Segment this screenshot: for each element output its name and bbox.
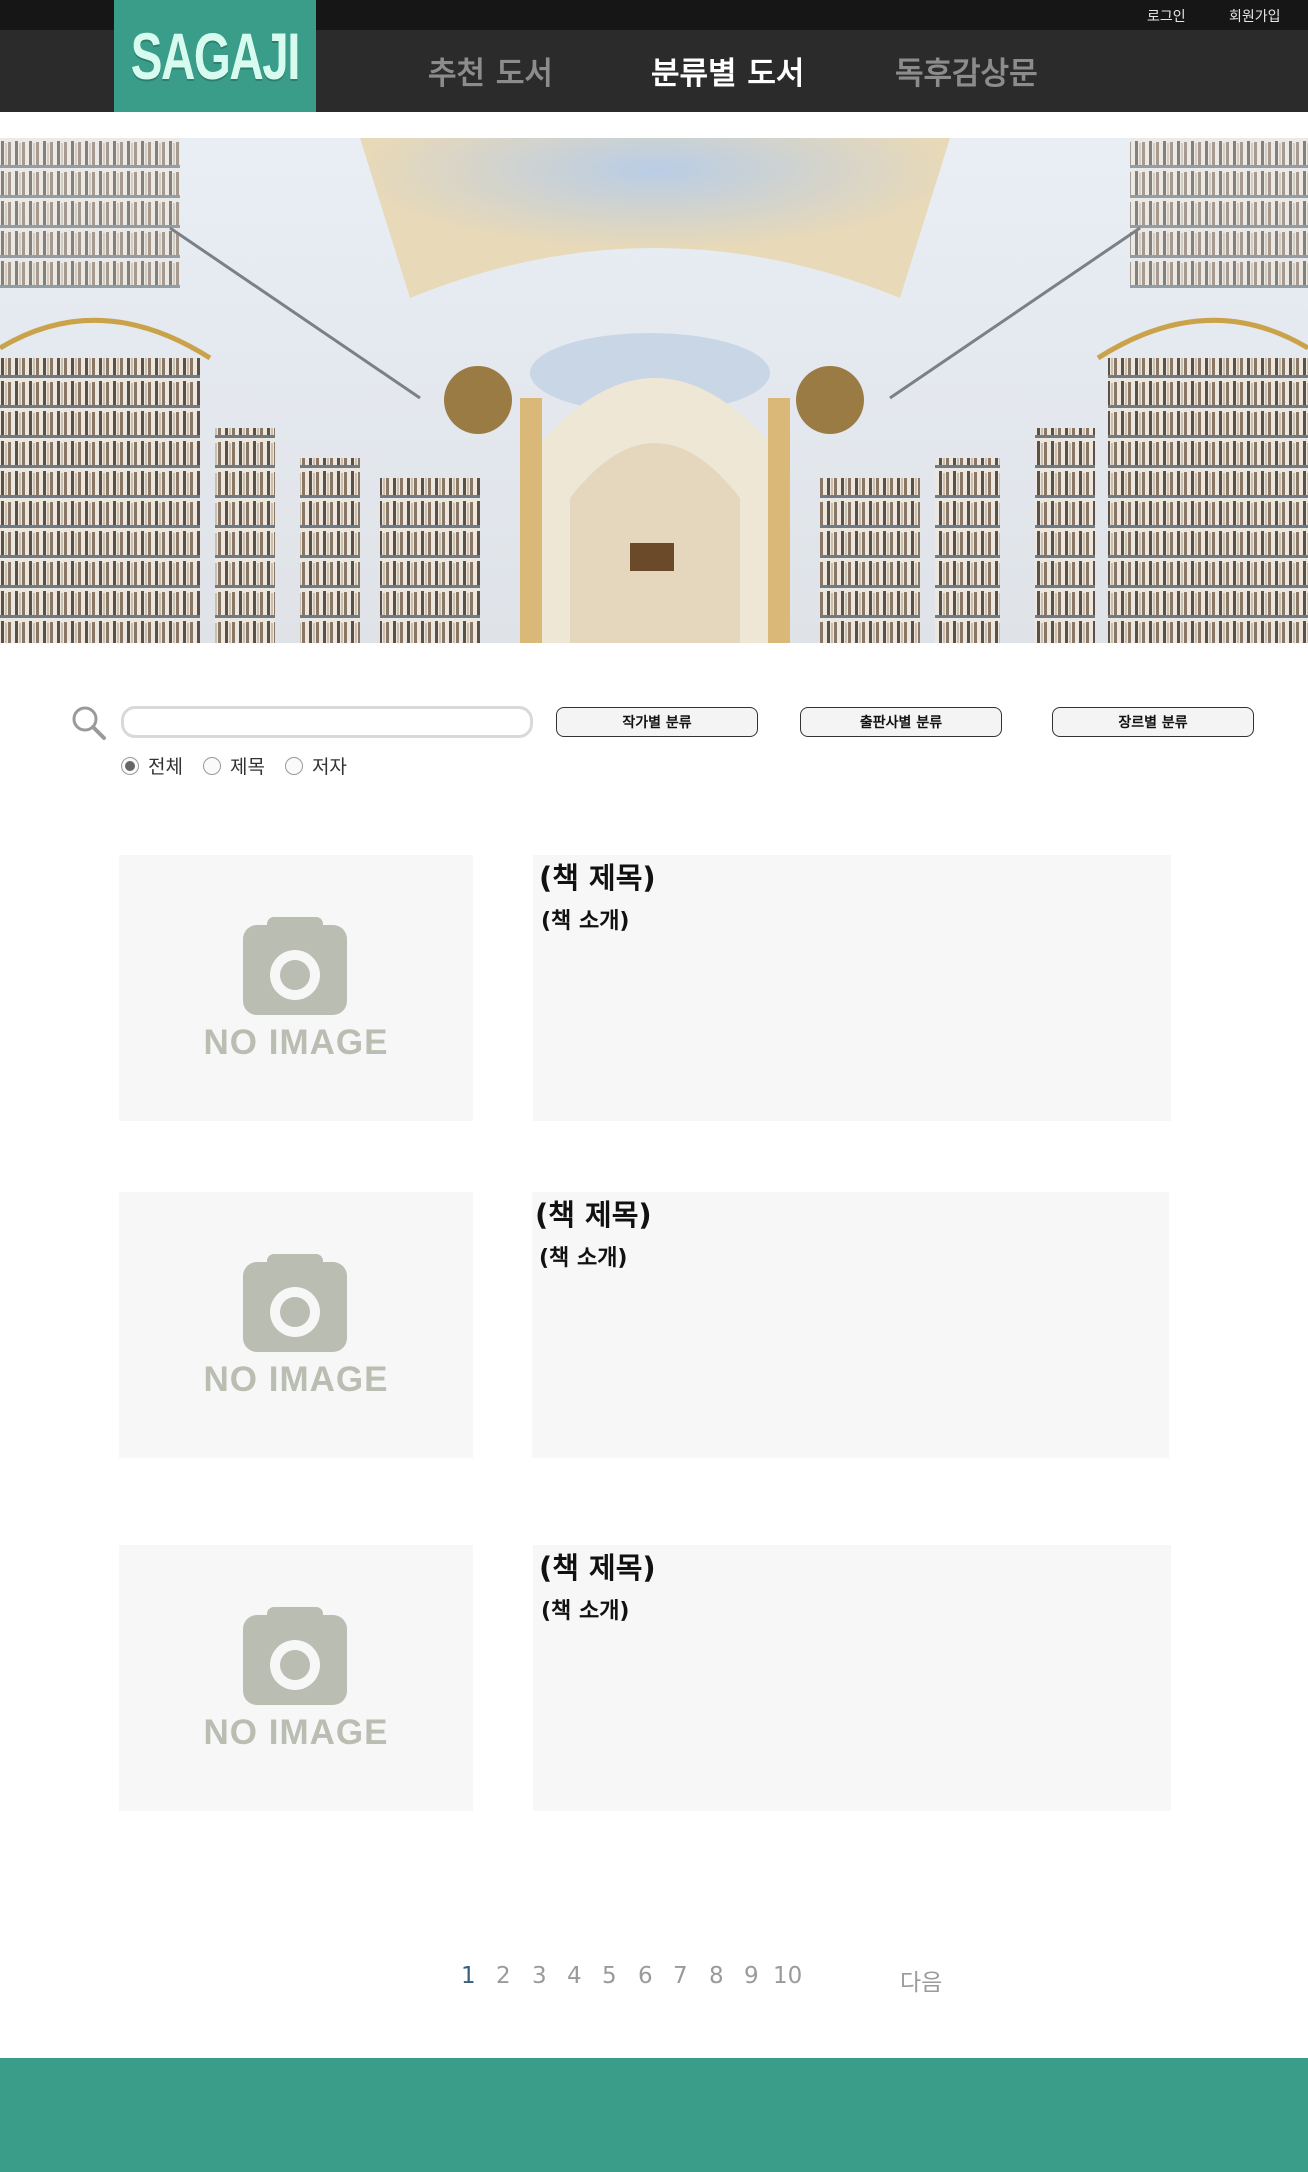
page-link[interactable]: 9 [744,1963,759,1989]
book-title[interactable]: (책 제목) [539,1545,656,1587]
search-icon[interactable] [70,704,108,746]
filter-all-label[interactable]: 전체 [148,752,183,779]
nav-recommended-books[interactable]: 추천 도서 [428,48,553,93]
genre-category-button[interactable]: 장르별 분류 [1052,707,1254,737]
book-description: (책 소개) [541,1599,630,1624]
login-link[interactable]: 로그인 [1147,6,1186,26]
page-link[interactable]: 4 [567,1963,582,1989]
book-info-panel: (책 제목) (책 소개) [533,855,1171,1121]
book-cover-placeholder[interactable]: NO IMAGE [119,855,473,1121]
page-link[interactable]: 5 [602,1963,617,1989]
page-link[interactable]: 6 [638,1963,653,1989]
camera-icon [243,1254,347,1352]
page-link[interactable]: 8 [709,1963,724,1989]
filter-all-radio[interactable] [121,756,139,775]
page-link[interactable]: 1 [461,1963,476,1989]
next-page-link[interactable]: 다음 [900,1963,942,1997]
site-logo[interactable]: SAGAJI [114,0,316,112]
filter-author-label[interactable]: 저자 [312,752,347,779]
page-link[interactable]: 10 [773,1963,802,1989]
page-link[interactable]: 7 [673,1963,688,1989]
logo-text: SAGAJI [130,19,301,93]
publisher-category-button[interactable]: 출판사별 분류 [800,707,1002,737]
hero-library-image [0,138,1308,643]
no-image-text: NO IMAGE [203,1023,389,1062]
book-title[interactable]: (책 제목) [535,1192,652,1234]
book-description: (책 소개) [539,1246,628,1271]
filter-author-radio[interactable] [284,756,303,775]
camera-icon [243,1607,347,1705]
footer [0,2058,1308,2172]
author-category-button[interactable]: 작가별 분류 [556,707,758,737]
page-link[interactable]: 2 [496,1963,511,1989]
book-cover-placeholder[interactable]: NO IMAGE [119,1192,473,1458]
search-filter-group: 전체 제목 저자 [121,752,367,779]
book-description: (책 소개) [541,909,630,934]
camera-icon [243,917,347,1015]
book-info-panel: (책 제목) (책 소개) [532,1192,1169,1458]
page-link[interactable]: 3 [532,1963,547,1989]
no-image-text: NO IMAGE [203,1713,389,1752]
nav-category-books[interactable]: 분류별 도서 [651,48,804,93]
nav-book-reviews[interactable]: 독후감상문 [895,48,1038,93]
book-title[interactable]: (책 제목) [539,855,656,897]
search-input[interactable] [121,706,533,738]
filter-title-radio[interactable] [202,756,221,775]
no-image-text: NO IMAGE [203,1360,389,1399]
book-cover-placeholder[interactable]: NO IMAGE [119,1545,473,1811]
filter-title-label[interactable]: 제목 [230,752,265,779]
book-info-panel: (책 제목) (책 소개) [533,1545,1171,1811]
signup-link[interactable]: 회원가입 [1229,6,1281,26]
